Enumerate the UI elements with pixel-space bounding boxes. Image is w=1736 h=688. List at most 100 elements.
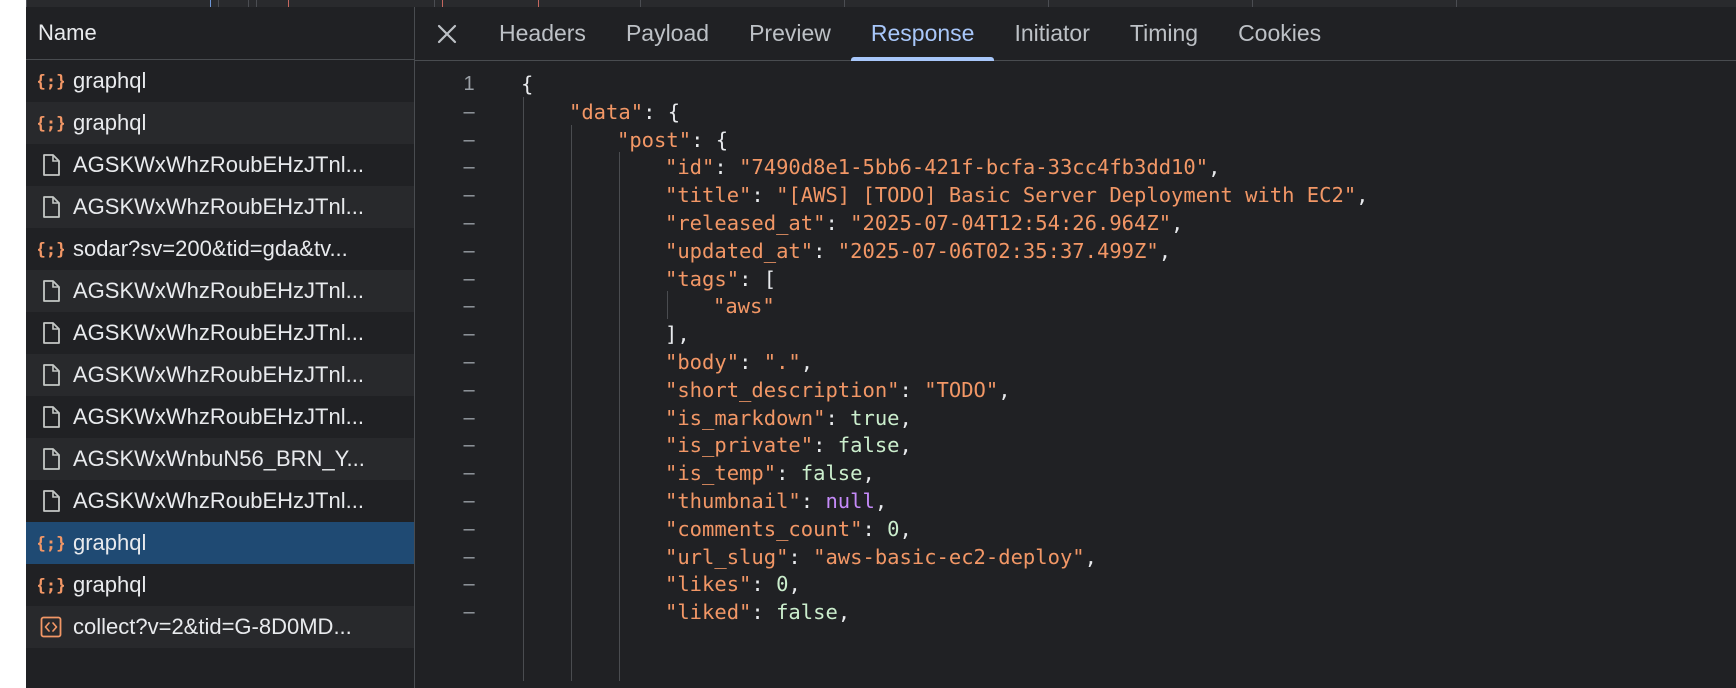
code-line: "aws" <box>713 291 775 321</box>
code-line: "updated_at": "2025-07-06T02:35:37.499Z"… <box>665 236 1171 266</box>
tab-preview[interactable]: Preview <box>729 7 851 60</box>
request-row[interactable]: AGSKWxWhzRoubEHzJTnl... <box>26 480 414 522</box>
fold-marker: – <box>463 156 475 179</box>
svg-text:{;}: {;} <box>38 240 64 260</box>
svg-text:{;}: {;} <box>38 576 64 596</box>
code-line: "body": ".", <box>665 347 813 377</box>
code-token: "is_markdown" <box>665 405 826 430</box>
request-row[interactable]: {;} graphql <box>26 102 414 144</box>
code-line: ], <box>665 319 690 349</box>
code-line: "thumbnail": null, <box>665 486 887 516</box>
code-token: "likes" <box>665 572 752 597</box>
tab-response[interactable]: Response <box>850 7 995 61</box>
code-token: 0 <box>887 516 900 541</box>
request-row[interactable]: AGSKWxWhzRoubEHzJTnl... <box>26 312 414 354</box>
indent-guide <box>667 291 668 320</box>
code-token: "liked" <box>665 600 752 625</box>
indent-guide <box>523 96 524 681</box>
request-name: graphql <box>73 110 147 135</box>
code-token: "is_private" <box>665 433 814 458</box>
fold-marker: – <box>463 406 475 429</box>
fold-marker: – <box>463 128 475 151</box>
code-line: "id": "7490d8e1-5bb6-421f-bcfa-33cc4fb3d… <box>665 152 1220 182</box>
code-token: , <box>998 377 1011 402</box>
tab-cookies[interactable]: Cookies <box>1218 7 1341 60</box>
name-column-label: Name <box>38 20 97 45</box>
code-token: null <box>825 489 875 513</box>
code-line: "is_markdown": true, <box>665 403 912 433</box>
fold-marker: – <box>463 545 475 568</box>
code-line: "is_temp": false, <box>665 458 875 488</box>
code-token: "[AWS] [TODO] Basic Server Deployment wi… <box>776 183 1357 208</box>
response-viewer[interactable]: 1– – – – – – – – – – – – – – – – – – – {"data": {"post": {… <box>415 61 1736 688</box>
close-details-button[interactable] <box>415 7 479 60</box>
fold-marker: – <box>463 517 475 540</box>
request-row[interactable]: AGSKWxWhzRoubEHzJTnl... <box>26 270 414 312</box>
tab-timing[interactable]: Timing <box>1110 7 1218 60</box>
request-row[interactable]: AGSKWxWhzRoubEHzJTnl... <box>26 144 414 186</box>
code-token: : <box>776 461 801 486</box>
fold-marker: – <box>463 378 475 401</box>
code-line: "url_slug": "aws-basic-ec2-deploy", <box>665 542 1097 572</box>
document-icon <box>37 153 65 177</box>
tab-payload[interactable]: Payload <box>606 7 729 60</box>
code-token: , <box>800 350 814 374</box>
fold-marker: – <box>463 100 475 123</box>
code-token: , <box>862 461 875 486</box>
tab-headers[interactable]: Headers <box>479 7 606 60</box>
code-line: "liked": false, <box>665 597 850 627</box>
code-token: : <box>813 238 838 263</box>
code-token: "is_temp" <box>665 461 777 486</box>
code-token: : { <box>643 99 681 124</box>
request-details-panel: Headers Payload Preview Response Initiator Ti… <box>415 7 1736 688</box>
request-row[interactable]: {;} graphql <box>26 564 414 606</box>
requests-list-panel: Name {;} graphql {;} graphql AGSKWxWhzRoubEH… <box>26 7 415 688</box>
request-name: sodar?sv=200&tid=gda&tv... <box>73 236 348 261</box>
request-row[interactable]: {;} graphql <box>26 522 414 564</box>
code-token: "aws-basic-ec2-deploy" <box>813 544 1085 569</box>
request-row[interactable]: AGSKWxWhzRoubEHzJTnl... <box>26 354 414 396</box>
code-token: "tags" <box>665 266 740 291</box>
json-icon: {;} <box>37 573 65 597</box>
document-icon <box>37 405 65 429</box>
fold-marker: – <box>463 239 475 262</box>
document-icon <box>37 321 65 345</box>
indent-guide <box>619 152 620 681</box>
code-line: "tags": [ <box>665 264 776 294</box>
document-icon <box>37 363 65 387</box>
code-token: "body" <box>665 350 740 374</box>
name-column-header[interactable]: Name <box>26 7 414 60</box>
tab-initiator[interactable]: Initiator <box>994 7 1109 60</box>
svg-text:{;}: {;} <box>38 72 64 92</box>
code-line: "title": "[AWS] [TODO] Basic Server Depl… <box>665 180 1369 210</box>
request-name: graphql <box>73 530 147 555</box>
document-icon <box>37 195 65 219</box>
fold-marker: – <box>463 601 475 624</box>
code-token: "2025-07-06T02:35:37.499Z" <box>837 238 1159 263</box>
code-token: , <box>837 600 851 625</box>
request-row[interactable]: {;} sodar?sv=200&tid=gda&tv... <box>26 228 414 270</box>
fold-marker: – <box>463 351 475 373</box>
code-token: "short_description" <box>665 377 900 402</box>
code-token: : <box>739 350 764 374</box>
fold-marker: – <box>463 323 475 346</box>
request-row[interactable]: {;} graphql <box>26 60 414 102</box>
code-token: : <box>800 489 826 513</box>
code-token: : <box>825 211 851 235</box>
request-row[interactable]: AGSKWxWhzRoubEHzJTnl... <box>26 186 414 228</box>
code-token: "TODO" <box>924 377 999 402</box>
request-row[interactable]: AGSKWxWnbuN56_BRN_Y... <box>26 438 414 480</box>
request-row[interactable]: AGSKWxWhzRoubEHzJTnl... <box>26 396 414 438</box>
code-token: false <box>776 600 838 625</box>
fold-marker: – <box>463 434 475 457</box>
request-row[interactable]: collect?v=2&tid=G-8D0MD... <box>26 606 414 648</box>
fold-marker: – <box>463 462 475 485</box>
code-token: , <box>788 572 801 597</box>
code-token: : <box>751 183 777 208</box>
fold-marker: – <box>463 490 475 512</box>
code-token: : <box>788 544 814 569</box>
requests-list: {;} graphql {;} graphql AGSKWxWhzRoubEHzJTnl… <box>26 60 414 648</box>
request-name: AGSKWxWhzRoubEHzJTnl... <box>73 362 364 387</box>
code-token: "title" <box>665 183 752 208</box>
code-token: , <box>1171 211 1184 235</box>
